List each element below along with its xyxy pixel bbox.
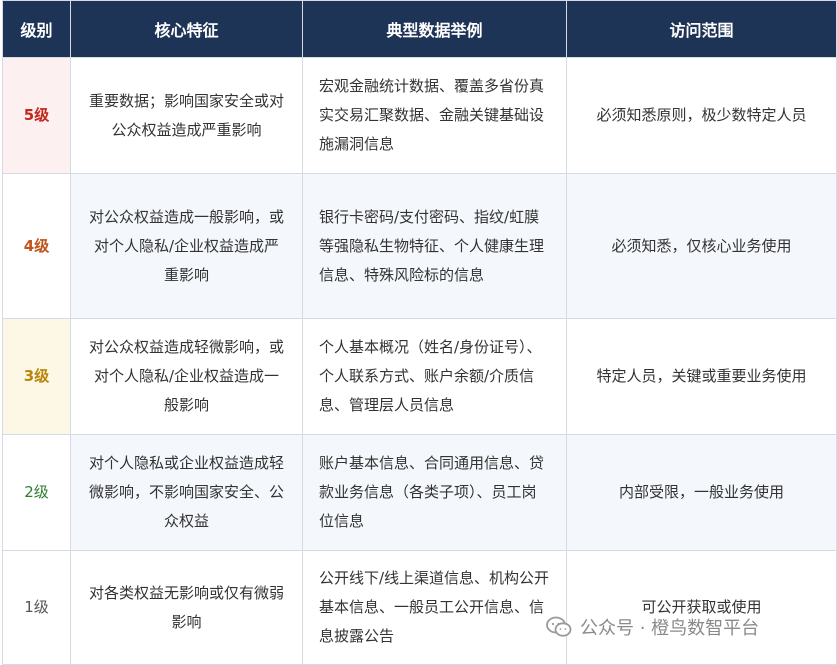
examples-cell: 账户基本信息、合同通用信息、贷款业务信息（各类子项）、员工岗位信息 — [302, 434, 567, 551]
feature-cell: 重要数据；影响国家安全或对公众权益造成严重影响 — [70, 57, 303, 174]
feature-cell: 对各类权益无影响或仅有微弱影响 — [70, 550, 303, 665]
feature-cell: 对公众权益造成轻微影响，或对个人隐私/企业权益造成一般影响 — [70, 318, 303, 435]
watermark: 公众号 · 橙鸟数智平台 — [546, 614, 759, 640]
examples-cell: 宏观金融统计数据、覆盖多省份真实交易汇聚数据、金融关键基础设施漏洞信息 — [302, 57, 567, 174]
data-classification-table: 级别 核心特征 典型数据举例 访问范围 5级 重要数据；影响国家安全或对公众权益… — [2, 0, 837, 665]
header-level: 级别 — [2, 0, 71, 58]
access-cell: 特定人员，关键或重要业务使用 — [566, 318, 837, 435]
table-row: 2级 对个人隐私或企业权益造成轻微影响，不影响国家安全、公众权益 账户基本信息、… — [2, 434, 837, 551]
table-header-row: 级别 核心特征 典型数据举例 访问范围 — [2, 0, 837, 58]
access-cell: 可公开获取或使用 — [566, 550, 837, 665]
header-examples: 典型数据举例 — [302, 0, 567, 58]
table-row: 4级 对公众权益造成一般影响，或对个人隐私/企业权益造成严重影响 银行卡密码/支… — [2, 173, 837, 319]
feature-cell: 对公众权益造成一般影响，或对个人隐私/企业权益造成严重影响 — [70, 173, 303, 319]
table-row: 5级 重要数据；影响国家安全或对公众权益造成严重影响 宏观金融统计数据、覆盖多省… — [2, 57, 837, 174]
header-feature: 核心特征 — [70, 0, 303, 58]
wechat-icon — [546, 616, 572, 638]
level-cell: 4级 — [2, 173, 71, 319]
table-row: 3级 对公众权益造成轻微影响，或对个人隐私/企业权益造成一般影响 个人基本概况（… — [2, 318, 837, 435]
watermark-text: 公众号 · 橙鸟数智平台 — [580, 618, 760, 639]
level-cell: 2级 — [2, 434, 71, 551]
table-row: 1级 对各类权益无影响或仅有微弱影响 公开线下/线上渠道信息、机构公开基本信息、… — [2, 550, 837, 665]
access-cell: 内部受限，一般业务使用 — [566, 434, 837, 551]
header-access: 访问范围 — [566, 0, 837, 58]
access-cell: 必须知悉，仅核心业务使用 — [566, 173, 837, 319]
level-cell: 1级 — [2, 550, 71, 665]
access-cell: 必须知悉原则，极少数特定人员 — [566, 57, 837, 174]
level-cell: 3级 — [2, 318, 71, 435]
examples-cell: 公开线下/线上渠道信息、机构公开基本信息、一般员工公开信息、信息披露公告 — [302, 550, 567, 665]
examples-cell: 个人基本概况（姓名/身份证号）、个人联系方式、账户余额/介质信息、管理层人员信息 — [302, 318, 567, 435]
examples-cell: 银行卡密码/支付密码、指纹/虹膜等强隐私生物特征、个人健康生理信息、特殊风险标的… — [302, 173, 567, 319]
feature-cell: 对个人隐私或企业权益造成轻微影响，不影响国家安全、公众权益 — [70, 434, 303, 551]
level-cell: 5级 — [2, 57, 71, 174]
